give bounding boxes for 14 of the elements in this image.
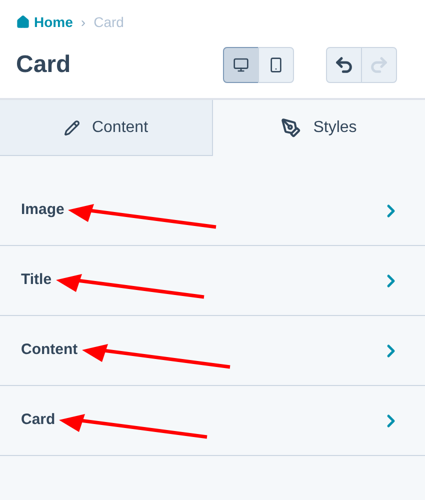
page-title: Card [16,50,72,80]
phone-icon [268,57,284,73]
undo-button[interactable] [326,47,362,83]
pencil-icon [64,120,80,136]
tab[interactable]: Content [0,100,213,156]
home-icon [16,15,30,29]
view-toggle-button[interactable] [223,47,259,83]
breadcrumb-current: Card [94,13,124,32]
breadcrumb-separator: › [80,13,86,32]
view-toggle-button[interactable] [258,47,294,83]
home-link[interactable]: Home [16,12,73,32]
undo-icon [334,55,354,75]
desktop-icon [233,57,249,73]
redo-icon [369,55,389,75]
